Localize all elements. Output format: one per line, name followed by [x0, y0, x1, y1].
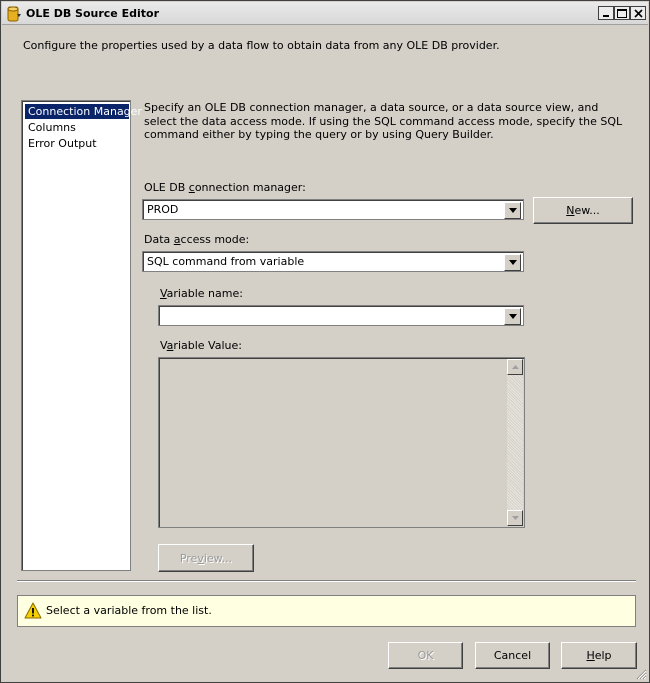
connection-manager-label: OLE DB connection manager:	[144, 181, 306, 194]
help-label: elp	[594, 649, 612, 662]
connection-manager-label-part: onnection manager:	[194, 181, 306, 194]
cancel-button[interactable]: Cancel	[475, 642, 550, 669]
preview-label-part: iew...	[203, 551, 233, 565]
dialog-description: Configure the properties used by a data …	[23, 39, 500, 52]
page-navigation-list[interactable]: Connection Manager Columns Error Output	[21, 100, 142, 571]
nav-item-error-output[interactable]: Error Output	[25, 136, 100, 151]
new-connection-button[interactable]: New...	[533, 197, 633, 224]
resize-grip-icon[interactable]	[635, 668, 647, 680]
connection-manager-dropdown-button[interactable]	[504, 202, 521, 219]
chevron-down-icon	[508, 208, 517, 213]
variable-value-label-part: riable Value:	[173, 339, 242, 352]
connection-manager-dropdown[interactable]: PROD	[142, 199, 524, 220]
close-button[interactable]	[630, 6, 646, 20]
help-label-accesskey: H	[586, 649, 595, 662]
help-button[interactable]: Help	[561, 642, 637, 669]
intro-text: Specify an OLE DB connection manager, a …	[144, 101, 623, 141]
title-bar[interactable]: OLE DB Source Editor	[2, 2, 648, 25]
data-access-mode-value: SQL command from variable	[147, 255, 305, 268]
variable-value-label: Variable Value:	[160, 339, 242, 352]
divider	[17, 580, 636, 582]
data-access-mode-dropdown-button[interactable]	[504, 254, 521, 271]
variable-name-label-accesskey: V	[160, 287, 167, 300]
close-icon	[633, 8, 643, 18]
scroll-up-button[interactable]	[507, 359, 523, 375]
data-access-mode-dropdown[interactable]: SQL command from variable	[142, 251, 524, 272]
variable-value-label-part: V	[160, 339, 167, 352]
status-message-bar: Select a variable from the list.	[17, 595, 636, 627]
variable-value-textarea	[158, 357, 525, 528]
nav-item-columns[interactable]: Columns	[25, 120, 79, 135]
access-mode-label-part: ccess mode:	[180, 233, 250, 246]
new-button-label: ew...	[574, 204, 600, 217]
variable-name-label-part: ariable name:	[166, 287, 243, 300]
scroll-down-button[interactable]	[507, 510, 523, 526]
chevron-up-icon	[511, 365, 519, 369]
preview-label-part: Pre	[179, 551, 198, 565]
ole-db-source-icon	[7, 6, 21, 22]
variable-name-dropdown-button[interactable]	[504, 308, 521, 325]
minimize-icon	[603, 15, 609, 17]
variable-value-scrollbar[interactable]	[507, 359, 523, 526]
chevron-down-icon	[511, 516, 519, 520]
chevron-down-icon	[508, 314, 517, 319]
chevron-down-icon	[508, 260, 517, 265]
minimize-button[interactable]	[598, 6, 614, 20]
variable-name-dropdown[interactable]	[158, 305, 524, 326]
data-access-mode-label: Data access mode:	[144, 233, 249, 246]
variable-name-label: Variable name:	[160, 287, 243, 300]
preview-button[interactable]: Pre v iew...	[158, 544, 254, 572]
maximize-button[interactable]	[614, 6, 630, 20]
warning-icon	[24, 602, 42, 619]
new-button-accesskey: N	[566, 204, 575, 217]
access-mode-label-part: Data	[144, 233, 174, 246]
status-message: Select a variable from the list.	[46, 604, 212, 617]
window-title: OLE DB Source Editor	[26, 7, 159, 20]
connection-manager-value: PROD	[147, 203, 179, 216]
nav-item-connection-manager[interactable]: Connection Manager	[25, 104, 142, 119]
connection-manager-label-part: OLE DB	[144, 181, 189, 194]
ok-button[interactable]: OK	[388, 642, 463, 669]
maximize-icon	[617, 8, 627, 18]
access-mode-label-accesskey: a	[173, 233, 181, 246]
ole-db-source-editor-window: OLE DB Source Editor Configure the prope…	[0, 0, 650, 683]
